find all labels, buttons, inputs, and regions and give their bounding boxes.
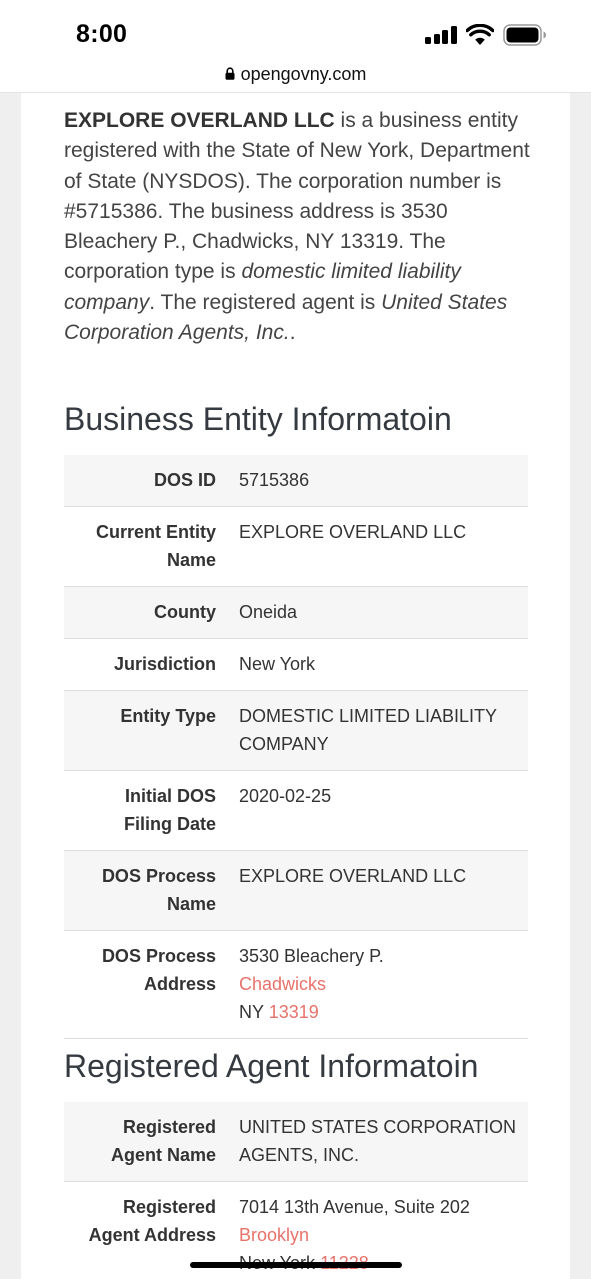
row-label: DOS Process Name xyxy=(101,866,216,914)
row-label: Jurisdiction xyxy=(113,654,216,674)
description-text: . xyxy=(289,321,296,345)
table-row: Jurisdiction New York xyxy=(64,638,528,691)
table-row: Initial DOS Filing Date 2020-02-25 xyxy=(64,770,528,851)
city-link[interactable]: Chadwicks xyxy=(239,974,326,994)
row-value: DOMESTIC LIMITED LIABILITY COMPANY xyxy=(239,706,497,754)
process-address: 3530 Bleachery P. Chadwicks NY 13319 xyxy=(237,931,528,1039)
status-time: 8:00 xyxy=(76,20,128,48)
content-card: EXPLORE OVERLAND LLC is a business entit… xyxy=(21,93,570,1279)
address-state: NY xyxy=(239,1002,264,1022)
row-value: 2020-02-25 xyxy=(239,786,332,806)
address-street: 3530 Bleachery P. xyxy=(239,946,384,966)
description-text: is a business entity registered with the… xyxy=(64,109,530,284)
description-text: . The registered agent is xyxy=(149,290,382,314)
address-street: 7014 13th Avenue, Suite 202 xyxy=(239,1197,470,1217)
row-label: Initial DOS Filing Date xyxy=(123,786,216,834)
row-value: New York xyxy=(239,654,316,674)
table-row: DOS Process Address 3530 Bleachery P. Ch… xyxy=(64,930,528,1039)
table-row: Entity Type DOMESTIC LIMITED LIABILITY C… xyxy=(64,690,528,771)
city-link[interactable]: Brooklyn xyxy=(239,1225,309,1245)
row-value: UNITED STATES CORPORATION AGENTS, INC. xyxy=(239,1117,517,1165)
entity-description: EXPLORE OVERLAND LLC is a business entit… xyxy=(64,106,544,348)
row-label: Entity Type xyxy=(120,706,216,726)
table-row: Current Entity Name EXPLORE OVERLAND LLC xyxy=(64,506,528,587)
registered-agent-heading: Registered Agent Informatoin xyxy=(64,1048,479,1084)
row-label: DOS ID xyxy=(153,470,216,490)
row-label: DOS Process Address xyxy=(101,946,216,994)
home-indicator[interactable] xyxy=(190,1262,402,1268)
registered-agent-table: Registered Agent Name UNITED STATES CORP… xyxy=(64,1102,528,1279)
entity-name: EXPLORE OVERLAND LLC xyxy=(64,109,335,132)
business-entity-heading: Business Entity Informatoin xyxy=(64,401,452,437)
row-value: EXPLORE OVERLAND LLC xyxy=(239,522,467,542)
cellular-signal-icon xyxy=(425,26,457,44)
table-row: County Oneida xyxy=(64,586,528,639)
table-row: DOS ID 5715386 xyxy=(64,455,528,507)
table-row: Registered Agent Name UNITED STATES CORP… xyxy=(64,1102,528,1182)
row-label: Current Entity Name xyxy=(95,522,216,570)
row-value: EXPLORE OVERLAND LLC xyxy=(239,866,467,886)
row-value: 5715386 xyxy=(239,470,310,490)
url-text: opengovny.com xyxy=(240,64,367,84)
status-bar: 8:00 xyxy=(0,0,591,64)
row-label: County xyxy=(154,602,216,622)
browser-url-bar[interactable]: opengovny.com xyxy=(0,64,591,92)
battery-icon xyxy=(503,24,546,46)
row-label: Registered Agent Name xyxy=(110,1117,216,1165)
row-value: Oneida xyxy=(239,602,298,622)
business-entity-table: DOS ID 5715386 Current Entity Name EXPLO… xyxy=(64,455,528,1039)
table-row: DOS Process Name EXPLORE OVERLAND LLC xyxy=(64,850,528,931)
lock-icon xyxy=(225,67,235,81)
page-background: EXPLORE OVERLAND LLC is a business entit… xyxy=(0,93,591,1279)
wifi-icon xyxy=(466,24,494,45)
zip-link[interactable]: 13319 xyxy=(269,1002,319,1022)
